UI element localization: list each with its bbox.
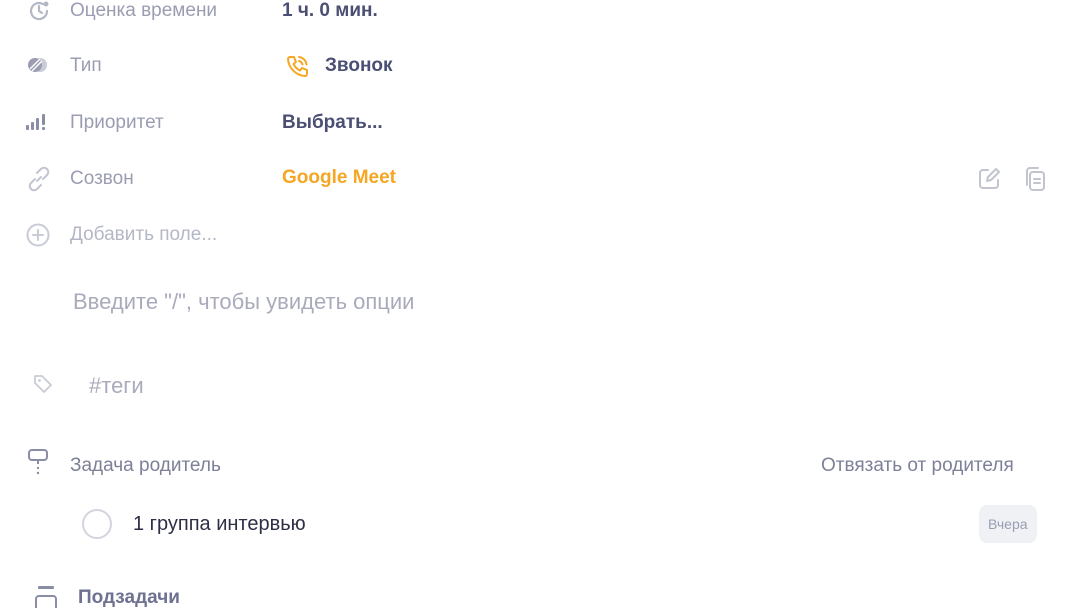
- type-label: Тип: [70, 55, 102, 76]
- time-estimate-label: Оценка времени: [70, 0, 218, 21]
- type-icon: [28, 58, 47, 72]
- subtasks-icon: [35, 586, 57, 608]
- copy-icon[interactable]: [1022, 165, 1048, 193]
- priority-label: Приоритет: [70, 112, 164, 133]
- priority-icon: [26, 114, 45, 130]
- phone-icon: [287, 56, 308, 77]
- tag-icon: [34, 375, 52, 393]
- plus-circle-icon: [26, 223, 50, 247]
- tags-input[interactable]: #теги: [89, 373, 144, 399]
- description-editor[interactable]: Введите "/", чтобы увидеть опции: [73, 289, 414, 315]
- date-badge: Вчера: [979, 505, 1037, 543]
- call-link-value[interactable]: Google Meet: [282, 167, 396, 189]
- type-value[interactable]: Звонок: [325, 55, 393, 77]
- priority-value[interactable]: Выбрать...: [282, 112, 383, 134]
- time-estimate-icon: [29, 1, 49, 21]
- task-checkbox[interactable]: [82, 509, 112, 539]
- unlink-parent-button[interactable]: Отвязать от родителя: [821, 455, 1014, 477]
- task-details-panel: Оценка времени 1 ч. 0 мин. Тип Звонок Пр…: [0, 0, 1080, 608]
- edit-icon[interactable]: [976, 166, 1002, 192]
- parent-task-icon: [28, 449, 48, 475]
- link-icon: [28, 166, 50, 192]
- subtasks-section-title: Подзадачи: [78, 587, 180, 608]
- call-label: Созвон: [70, 168, 134, 189]
- time-estimate-value[interactable]: 1 ч. 0 мин.: [282, 0, 378, 22]
- add-field-button[interactable]: Добавить поле...: [70, 224, 217, 246]
- parent-section-title: Задача родитель: [70, 455, 221, 476]
- parent-task-title[interactable]: 1 группа интервью: [133, 513, 306, 536]
